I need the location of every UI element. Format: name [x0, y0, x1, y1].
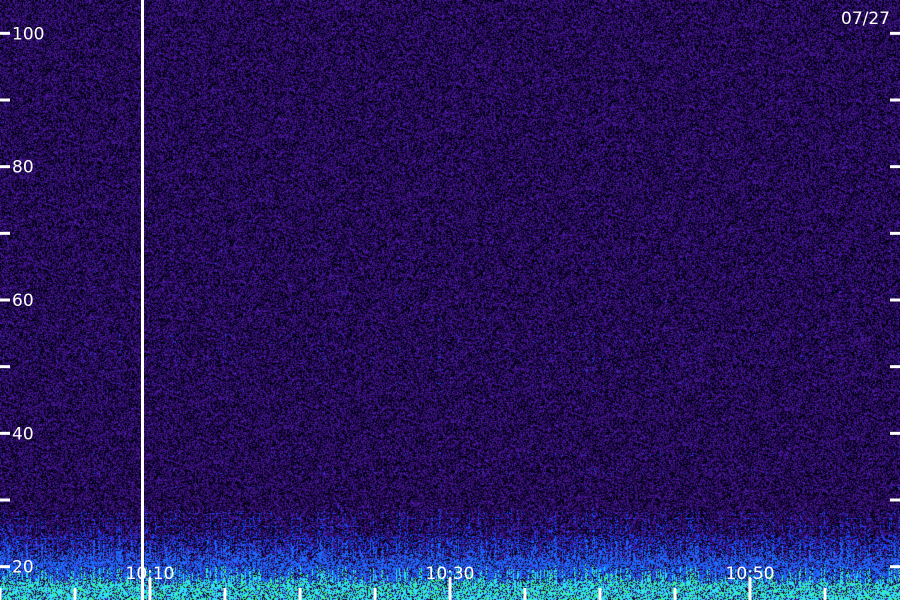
- y-tick-label: 100: [12, 24, 44, 44]
- right-y-axis: [890, 31, 900, 569]
- spectrogram-axes: 100 80 60 40 20 10:10 10:30 10:50 07/27: [0, 0, 900, 600]
- y-tick-label: 20: [12, 558, 34, 578]
- y-tick-label: 40: [12, 424, 34, 444]
- x-tick-label: 10:30: [426, 564, 475, 584]
- y-tick-label: 80: [12, 158, 34, 178]
- bottom-time-axis: 10:10 10:30 10:50: [0, 564, 827, 600]
- y-tick-label: 60: [12, 291, 34, 311]
- date-label: 07/27: [841, 9, 890, 29]
- x-tick-label: 10:10: [126, 564, 175, 584]
- left-y-axis: 100 80 60 40 20: [0, 24, 44, 578]
- x-tick-label: 10:50: [726, 564, 775, 584]
